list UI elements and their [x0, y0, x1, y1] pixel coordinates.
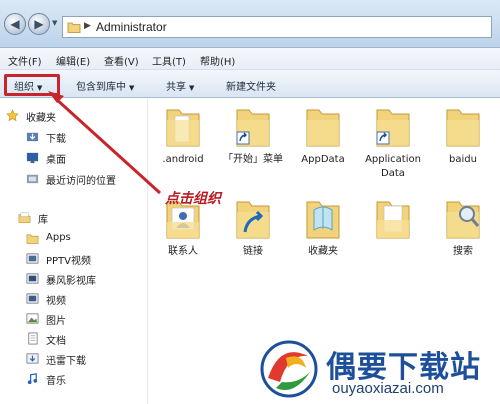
video-library-icon [26, 253, 39, 264]
file-item-documents-folder[interactable] [359, 196, 427, 276]
library-icon [18, 212, 31, 223]
include-in-library-label: 包含到库中 [76, 82, 126, 93]
star-icon [6, 109, 19, 122]
file-name: 联系人 [168, 246, 198, 257]
annotation-text: 点击组织 [165, 191, 221, 207]
xunlei-download-icon [26, 353, 39, 364]
folder-icon [306, 109, 340, 147]
file-item-appdata[interactable]: AppData [289, 104, 357, 184]
sidebar-item-label: 音乐 [46, 376, 66, 387]
back-arrow-icon[interactable]: ◀ [4, 13, 26, 35]
music-note-icon [27, 373, 38, 385]
file-item-favorites[interactable]: 收藏夹 [289, 196, 357, 276]
file-name: 搜索 [453, 246, 473, 257]
recent-places-icon [26, 174, 39, 184]
sidebar-favorites-label: 收藏夹 [26, 113, 56, 124]
command-bar: 组织 ▼ 包含到库中 ▼ 共享 ▼ 新建文件夹 [0, 70, 500, 98]
video-library-icon [26, 273, 39, 284]
video-library-icon [26, 293, 39, 304]
sidebar-item-label: Apps [46, 232, 71, 243]
chevron-down-icon: ▼ [189, 84, 195, 92]
folder-icon [67, 22, 81, 33]
sidebar-item-label: 文档 [46, 336, 66, 347]
file-name: .android [162, 154, 204, 165]
sidebar-item-label: 迅雷下载 [46, 356, 86, 367]
menu-bar: 文件(F) 编辑(E) 查看(V) 工具(T) 帮助(H) [0, 48, 500, 70]
file-name: AppData [301, 154, 345, 165]
file-name: baidu [449, 154, 477, 165]
address-field[interactable]: ▶ Administrator [62, 16, 492, 38]
include-in-library-button[interactable]: 包含到库中 ▼ [76, 78, 134, 93]
file-name: 链接 [243, 246, 263, 257]
folder-shortcut-icon [236, 109, 270, 147]
menu-help[interactable]: 帮助(H) [200, 53, 235, 68]
breadcrumb-path[interactable]: Administrator [96, 20, 167, 34]
documents-library-icon [28, 332, 38, 345]
site-logo-icon [260, 340, 318, 398]
desktop-icon [26, 152, 39, 164]
sidebar-item-label: 下载 [46, 134, 66, 145]
address-bar: ◀ ▶ ▼ ▶ Administrator [0, 0, 500, 48]
sidebar-item-label: 图片 [46, 316, 66, 327]
file-name: Application Data [365, 154, 421, 179]
share-button[interactable]: 共享 ▼ [166, 78, 194, 93]
watermark-url: ouyaoxiazai.com [332, 380, 444, 397]
menu-file[interactable]: 文件(F) [8, 53, 42, 68]
folder-icon [446, 109, 480, 147]
file-name: 收藏夹 [308, 246, 338, 257]
file-item-searches[interactable]: 搜索 [429, 196, 497, 276]
sidebar-item-label: 桌面 [46, 155, 66, 166]
sidebar-item-label: 暴风影视库 [46, 276, 96, 287]
search-folder-icon [446, 201, 480, 239]
sidebar-item-label: 最近访问的位置 [46, 176, 116, 187]
chevron-down-icon: ▼ [129, 84, 135, 92]
file-item-start-menu[interactable]: 「开始」菜单 [219, 104, 287, 184]
sidebar-libraries-label: 库 [38, 215, 48, 226]
new-folder-button[interactable]: 新建文件夹 [226, 78, 276, 93]
folder-shortcut-icon [376, 109, 410, 147]
folder-icon [166, 109, 200, 147]
menu-tools[interactable]: 工具(T) [152, 53, 186, 68]
links-folder-icon [236, 201, 270, 239]
downloads-folder-icon [26, 132, 39, 142]
pictures-library-icon [26, 313, 39, 324]
menu-edit[interactable]: 编辑(E) [56, 53, 90, 68]
favorites-folder-icon [306, 201, 340, 239]
sidebar-item-label: 视频 [46, 296, 66, 307]
file-item-contacts[interactable]: 联系人 [149, 196, 217, 276]
navigation-pane: 收藏夹 下载 桌面 最近访问的位置 库 Apps PPTV视频 暴风影视库 视频… [0, 98, 148, 404]
folder-icon [26, 234, 39, 244]
organize-highlight-box [4, 74, 60, 96]
file-item-android[interactable]: .android [149, 104, 217, 184]
document-folder-icon [376, 201, 410, 239]
menu-view[interactable]: 查看(V) [104, 53, 139, 68]
breadcrumb-separator-icon[interactable]: ▶ [84, 21, 91, 31]
recent-pages-dropdown-icon[interactable]: ▼ [52, 19, 57, 27]
forward-arrow-icon[interactable]: ▶ [28, 13, 50, 35]
file-name: 「开始」菜单 [223, 154, 283, 165]
file-item-links[interactable]: 链接 [219, 196, 287, 276]
file-item-application-data[interactable]: Application Data [359, 104, 427, 184]
file-item-baidu[interactable]: baidu [429, 104, 497, 184]
share-label: 共享 [166, 82, 186, 93]
sidebar-item-label: PPTV视频 [46, 256, 92, 267]
